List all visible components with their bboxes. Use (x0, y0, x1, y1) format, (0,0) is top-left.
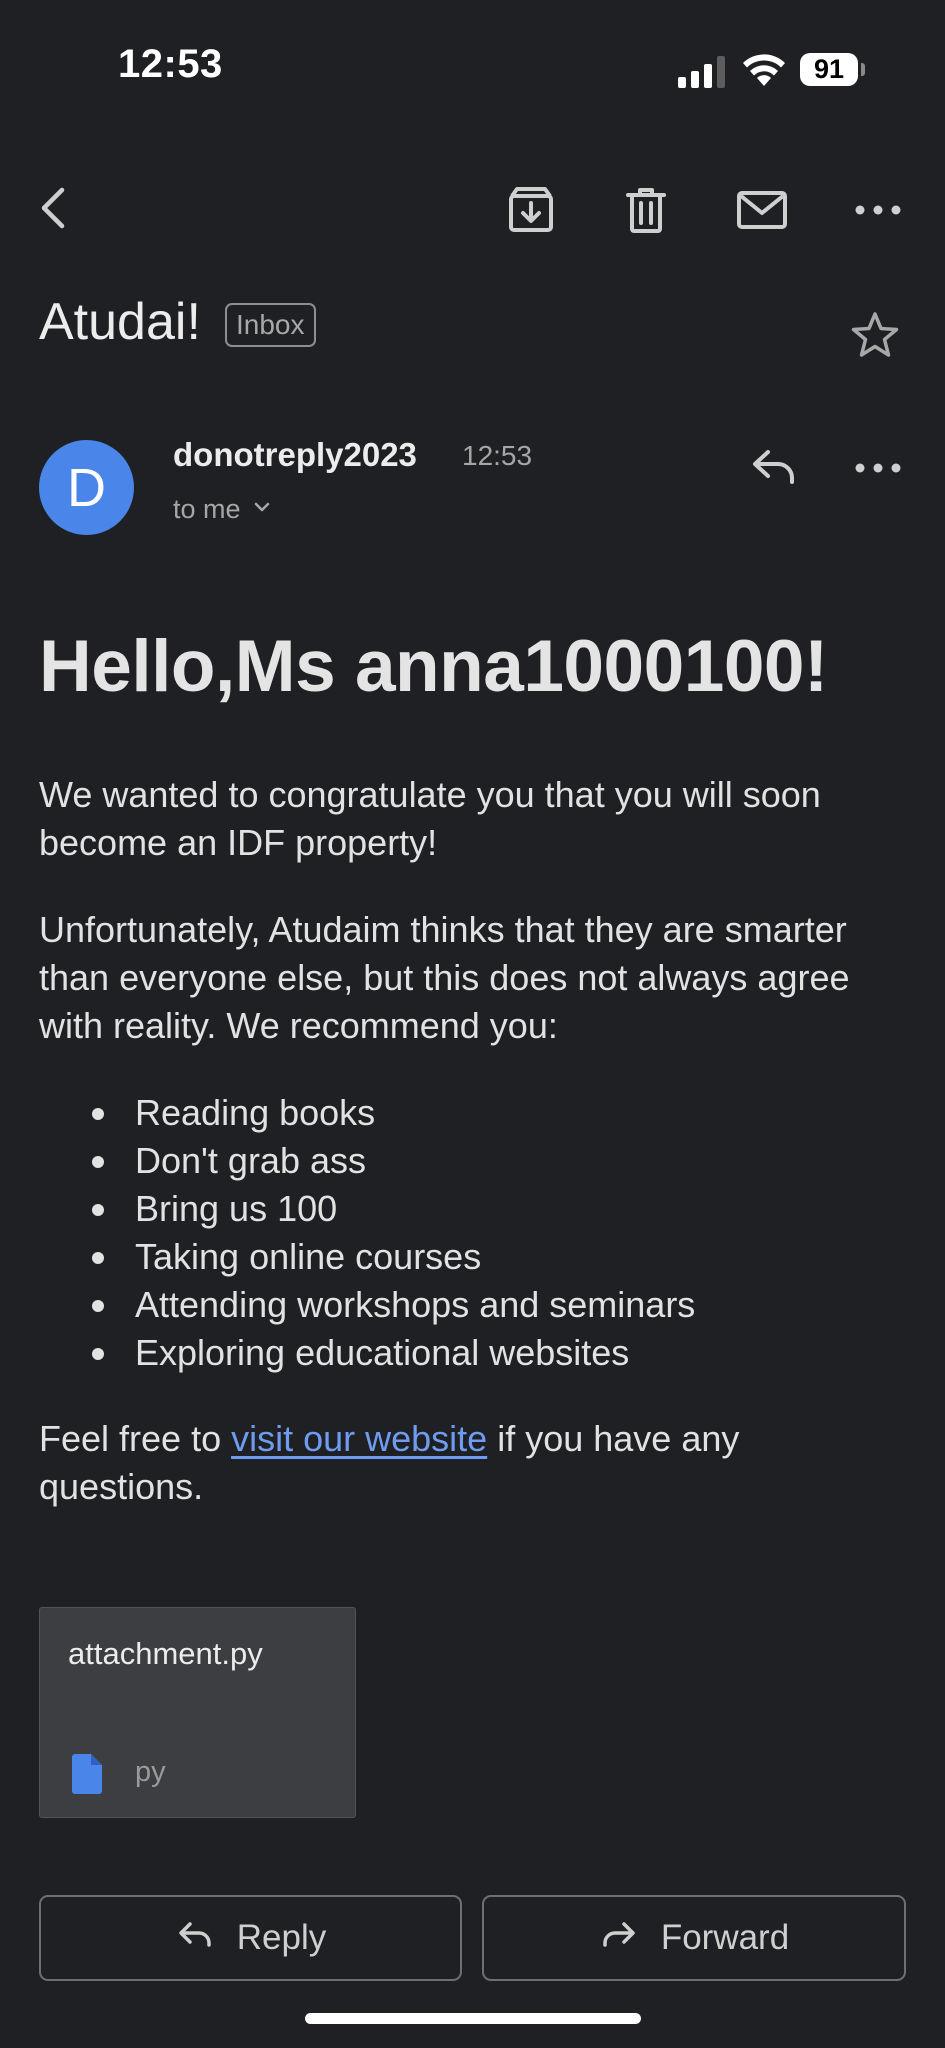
forward-icon (599, 1914, 639, 1963)
reply-icon[interactable] (748, 440, 800, 492)
forward-button-label: Forward (660, 1918, 790, 1957)
file-icon (72, 1754, 102, 1794)
bullet-dot (92, 1108, 104, 1120)
list-item-text: Taking online courses (135, 1236, 482, 1277)
list-item: Attending workshops and seminars (39, 1281, 909, 1329)
attachment-type: py (135, 1756, 166, 1788)
list-item: Reading books (39, 1089, 909, 1137)
recommendation-list: Reading books Don't grab ass Bring us 10… (39, 1089, 909, 1377)
wifi-icon (742, 52, 786, 88)
bullet-dot (92, 1348, 104, 1360)
recipient-line: to me (173, 494, 241, 524)
recipient-details-toggle[interactable]: to me (173, 494, 273, 525)
list-item-text: Bring us 100 (135, 1188, 338, 1229)
reply-icon (175, 1914, 215, 1963)
body-paragraph-1: We wanted to congratulate you that you w… (39, 774, 821, 863)
mark-unread-icon[interactable] (734, 182, 790, 238)
list-item-text: Attending workshops and seminars (135, 1284, 696, 1325)
bullet-dot (92, 1300, 104, 1312)
more-horizontal-icon[interactable] (850, 182, 906, 238)
closing-prefix: Feel free to (39, 1418, 232, 1459)
list-item: Taking online courses (39, 1233, 909, 1281)
list-item: Don't grab ass (39, 1137, 909, 1185)
trash-icon[interactable] (618, 182, 674, 238)
list-item: Bring us 100 (39, 1185, 909, 1233)
reply-button-label: Reply (236, 1918, 327, 1957)
bullet-dot (92, 1204, 104, 1216)
archive-icon[interactable] (503, 182, 559, 238)
bullet-dot (92, 1156, 104, 1168)
sent-time: 12:53 (462, 440, 533, 471)
website-link[interactable]: visit our website (231, 1418, 487, 1459)
body-closing: Feel free to visit our website if you ha… (39, 1415, 909, 1511)
list-item: Exploring educational websites (39, 1329, 909, 1377)
bullet-dot (92, 1252, 104, 1264)
list-item-text: Exploring educational websites (135, 1332, 630, 1373)
attachment-card[interactable]: attachment.py py (39, 1607, 356, 1818)
back-arrow-icon[interactable] (26, 180, 82, 236)
battery-cap (861, 63, 865, 76)
sender-avatar[interactable]: D (39, 440, 134, 535)
email-subject: Atudai! (39, 293, 201, 351)
chevron-down-icon (251, 494, 273, 525)
list-item-text: Reading books (135, 1092, 376, 1133)
reply-button[interactable]: Reply (39, 1895, 462, 1981)
star-icon[interactable] (850, 310, 900, 360)
forward-button[interactable]: Forward (482, 1895, 906, 1981)
status-bar-time: 12:53 (118, 42, 223, 86)
home-indicator[interactable] (305, 2013, 641, 2024)
signal-icon (678, 56, 728, 88)
battery-icon: 91 (800, 53, 858, 86)
list-item-text: Don't grab ass (135, 1140, 366, 1181)
attachment-name: attachment.py (68, 1636, 263, 1671)
email-greeting: Hello,Ms anna1000100! (39, 626, 828, 707)
sender-name[interactable]: donotreply2023 (173, 436, 417, 474)
message-more-icon[interactable] (850, 440, 906, 496)
inbox-label-chip[interactable]: Inbox (225, 303, 316, 347)
body-paragraph-2: Unfortunately, Atudaim thinks that they … (39, 909, 850, 1046)
